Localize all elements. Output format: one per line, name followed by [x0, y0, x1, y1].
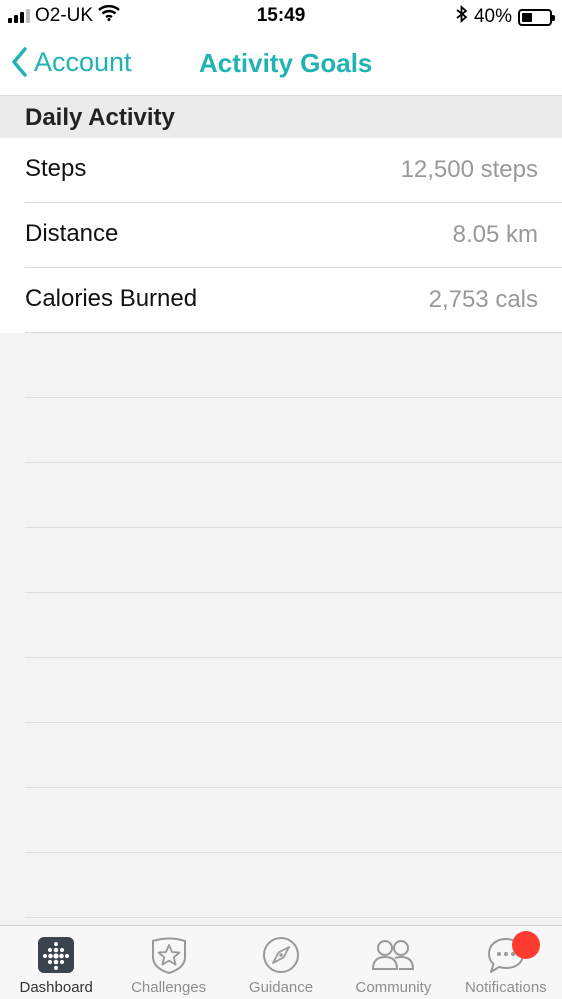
divider — [25, 723, 562, 788]
tab-notifications[interactable]: Notifications — [450, 926, 562, 999]
divider — [25, 658, 562, 723]
divider — [25, 593, 562, 658]
divider — [25, 333, 562, 398]
divider — [25, 788, 562, 853]
tab-label: Guidance — [248, 979, 314, 996]
goal-label: Calories Burned — [25, 285, 198, 312]
tab-challenges[interactable]: Challenges — [112, 926, 224, 999]
compass-icon — [263, 937, 300, 973]
goal-label: Distance — [25, 220, 119, 247]
challenges-star-icon — [151, 937, 186, 975]
tab-label: Challenges — [131, 979, 207, 996]
page-title: Activity Goals — [199, 48, 373, 78]
goal-list: Steps 12,500 steps Distance 8.05 km Calo… — [0, 138, 562, 333]
goal-row-steps[interactable]: Steps 12,500 steps — [25, 138, 562, 203]
tab-label: Community — [355, 979, 432, 996]
divider — [25, 463, 562, 528]
goal-row-distance[interactable]: Distance 8.05 km — [25, 203, 562, 268]
dashboard-icon — [38, 937, 75, 973]
goal-label: Steps — [25, 155, 87, 182]
tab-guidance[interactable]: Guidance — [225, 926, 337, 999]
battery-fill — [522, 12, 533, 22]
tab-community[interactable]: Community — [337, 926, 449, 999]
tab-label: Dashboard — [19, 979, 93, 996]
battery-percent: 40% — [473, 6, 512, 27]
nav-bar: Account Activity Goals — [0, 34, 562, 96]
goal-value: 2,753 cals — [428, 286, 538, 313]
battery-icon — [518, 8, 555, 26]
community-people-icon — [372, 940, 415, 970]
divider — [25, 398, 562, 463]
tab-bar: Dashboard Challenges Guidance Community — [0, 925, 562, 999]
empty-table-area — [25, 333, 562, 918]
goal-value: 12,500 steps — [400, 156, 538, 183]
divider — [25, 853, 562, 918]
tab-label: Notifications — [464, 979, 547, 996]
notification-badge — [511, 931, 540, 959]
goal-row-calories[interactable]: Calories Burned 2,753 cals — [25, 268, 562, 333]
section-header-daily-activity: Daily Activity — [0, 96, 562, 138]
back-button-label: Account — [34, 46, 132, 77]
chevron-left-icon — [12, 47, 27, 77]
back-button[interactable]: Account — [10, 46, 132, 78]
status-bar: O2-UK 15:49 40% — [0, 0, 562, 34]
divider — [25, 528, 562, 593]
bluetooth-icon — [456, 4, 468, 29]
goal-value: 8.05 km — [452, 221, 538, 248]
status-right: 40% — [456, 4, 555, 29]
tab-dashboard[interactable]: Dashboard — [0, 926, 112, 999]
